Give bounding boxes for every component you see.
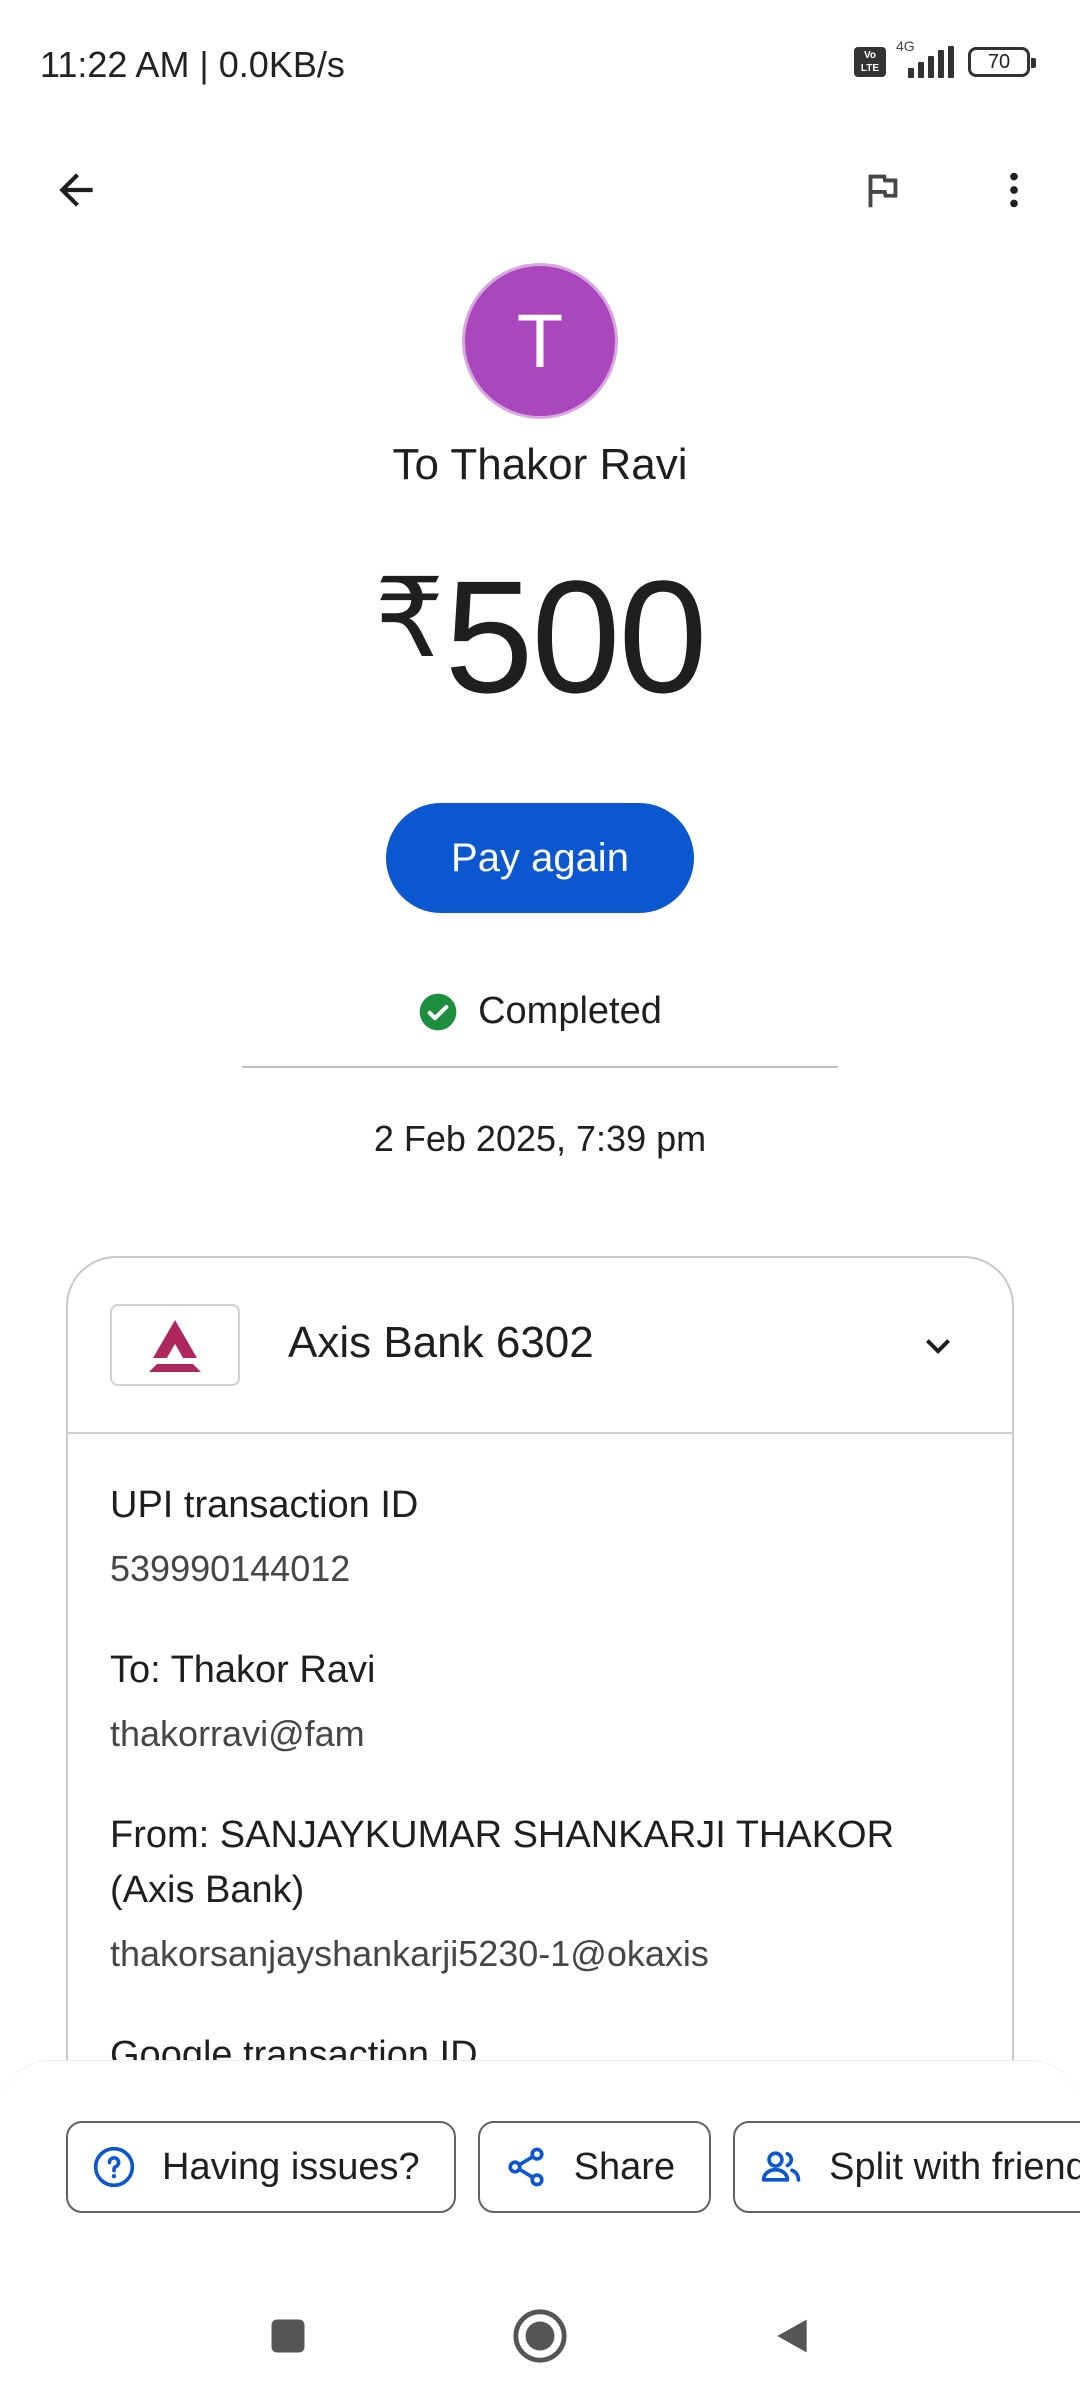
transaction-details-screen: 11:22 AM | 0.0KB/s Vo LTE 4G 70 T To Tha… (0, 0, 1080, 2400)
back-button[interactable] (36, 150, 116, 230)
expand-button[interactable] (906, 1314, 970, 1378)
battery-level: 70 (987, 50, 1011, 73)
square-icon (271, 2319, 305, 2353)
share-button[interactable]: Share (477, 2121, 712, 2213)
battery-icon: 70 (968, 47, 1036, 77)
amount: ₹500 (0, 545, 1080, 729)
split-label: Split with friends (829, 2145, 1080, 2188)
volte-icon: Vo LTE (854, 47, 886, 77)
having-issues-button[interactable]: Having issues? (66, 2121, 456, 2213)
home-button[interactable] (510, 2306, 570, 2366)
status-icons: Vo LTE 4G 70 (854, 38, 1036, 78)
amount-value: 500 (444, 547, 708, 726)
signal-icon: 4G (896, 38, 954, 78)
system-nav-bar (0, 2290, 1080, 2380)
group-icon (759, 2145, 803, 2189)
network-type: 4G (896, 38, 915, 54)
axis-bank-logo-icon (110, 1304, 240, 1386)
more-options-button[interactable] (974, 150, 1054, 230)
report-button[interactable] (842, 150, 922, 230)
currency-symbol: ₹ (374, 557, 445, 680)
pay-again-button[interactable]: Pay again (386, 803, 694, 913)
check-circle-icon (418, 992, 458, 1032)
payee-title: To Thakor Ravi (392, 440, 688, 489)
share-label: Share (573, 2145, 676, 2188)
payment-status: Completed (0, 990, 1080, 1033)
share-icon (504, 2145, 548, 2189)
detail-label: From: SANJAYKUMAR SHANKARJI THAKOR (Axis… (110, 1814, 895, 1911)
detail-label: To: Thakor Ravi (110, 1649, 376, 1691)
transaction-details-card: Axis Bank 6302 UPI transaction ID 539990… (66, 1256, 1014, 2156)
chevron-down-icon (926, 1339, 950, 1354)
detail-value: thakorravi@fam (110, 1713, 365, 1754)
bank-account-header[interactable]: Axis Bank 6302 (68, 1258, 1012, 1434)
split-with-friends-button[interactable]: Split with friends (733, 2121, 1080, 2213)
status-time: 11:22 AM | 0.0KB/s (40, 44, 345, 85)
detail-value: 539990144012 (110, 1548, 351, 1589)
status-bar: 11:22 AM | 0.0KB/s Vo LTE 4G 70 (0, 0, 1080, 130)
home-circle-icon (513, 2309, 567, 2363)
upi-transaction-id: UPI transaction ID 539990144012 (110, 1478, 970, 1595)
help-icon (92, 2145, 136, 2189)
divider (242, 1066, 838, 1068)
app-bar (0, 140, 1080, 240)
transaction-datetime: 2 Feb 2025, 7:39 pm (373, 1118, 707, 1159)
having-issues-label: Having issues? (162, 2145, 420, 2188)
system-back-button[interactable] (762, 2306, 822, 2366)
detail-label: UPI transaction ID (110, 1484, 419, 1526)
avatar: T (462, 263, 618, 419)
detail-value: thakorsanjayshankarji5230-1@okaxis (110, 1933, 709, 1974)
more-vert-icon (1010, 172, 1018, 208)
recipient-details: To: Thakor Ravi thakorravi@fam (110, 1643, 970, 1760)
action-chips: Having issues? Share Split with friends (66, 2121, 1080, 2213)
status-text: Completed (478, 990, 662, 1032)
sender-details: From: SANJAYKUMAR SHANKARJI THAKOR (Axis… (110, 1808, 970, 1980)
recents-button[interactable] (258, 2306, 318, 2366)
bank-account-name: Axis Bank 6302 (288, 1318, 594, 1367)
triangle-back-icon (777, 2319, 807, 2353)
flag-icon (868, 174, 898, 208)
arrow-back-icon (59, 173, 93, 207)
